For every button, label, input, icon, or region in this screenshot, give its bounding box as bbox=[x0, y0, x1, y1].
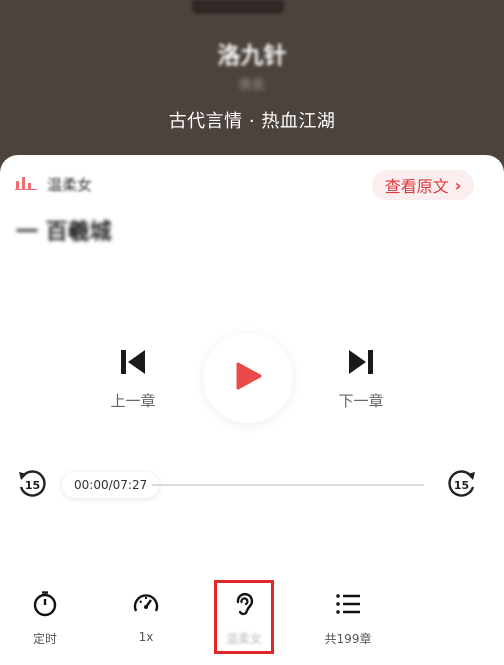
reader-name: 温柔女 bbox=[47, 175, 93, 194]
play-icon bbox=[233, 361, 263, 395]
timer-label: 定时 bbox=[32, 632, 57, 646]
list-icon bbox=[334, 590, 362, 622]
highlight-box bbox=[214, 580, 274, 654]
progress-track[interactable] bbox=[152, 484, 424, 486]
book-header: 洛九针 佚名 古代言情 · 热血江湖 bbox=[0, 0, 504, 180]
forward-15-icon: 15 bbox=[446, 470, 478, 504]
view-original-label: 查看原文 bbox=[384, 177, 449, 196]
chapter-title: 一 百羲城 bbox=[16, 220, 112, 245]
next-chapter-button[interactable]: 下一章 bbox=[331, 348, 391, 411]
book-cover bbox=[192, 0, 284, 14]
rewind-15-icon: 15 bbox=[16, 470, 48, 504]
previous-chapter-label: 上一章 bbox=[110, 392, 156, 410]
reader-voice-row: 温柔女 bbox=[15, 174, 92, 194]
previous-chapter-button[interactable]: 上一章 bbox=[103, 348, 163, 411]
chapter-count-label: 共199章 bbox=[324, 632, 372, 646]
play-button[interactable] bbox=[203, 333, 293, 423]
forward-15-button[interactable]: 15 bbox=[446, 468, 478, 500]
book-title: 洛九针 bbox=[217, 43, 287, 69]
skip-previous-icon bbox=[119, 348, 147, 380]
view-original-button[interactable]: 查看原文 › bbox=[372, 170, 474, 200]
rewind-15-button[interactable]: 15 bbox=[16, 468, 48, 500]
next-chapter-label: 下一章 bbox=[338, 392, 384, 410]
speed-label: 1x bbox=[138, 630, 154, 644]
chapter-list-button[interactable]: 共199章 bbox=[318, 590, 378, 647]
svg-text:15: 15 bbox=[454, 479, 469, 492]
bottom-bar-fade bbox=[418, 580, 504, 660]
svg-text:15: 15 bbox=[25, 479, 40, 492]
book-genre: 古代言情 · 热血江湖 bbox=[168, 111, 336, 132]
book-author: 佚名 bbox=[238, 78, 265, 93]
skip-next-icon bbox=[347, 348, 375, 380]
speed-button[interactable]: 1x bbox=[116, 590, 176, 644]
timer-button[interactable]: 定时 bbox=[15, 590, 75, 647]
chevron-right-icon: › bbox=[454, 175, 462, 195]
playback-time: 00:00/07:27 bbox=[62, 472, 160, 498]
speed-gauge-icon bbox=[132, 590, 160, 622]
timer-icon bbox=[31, 590, 59, 622]
audio-bars-icon bbox=[15, 174, 37, 194]
